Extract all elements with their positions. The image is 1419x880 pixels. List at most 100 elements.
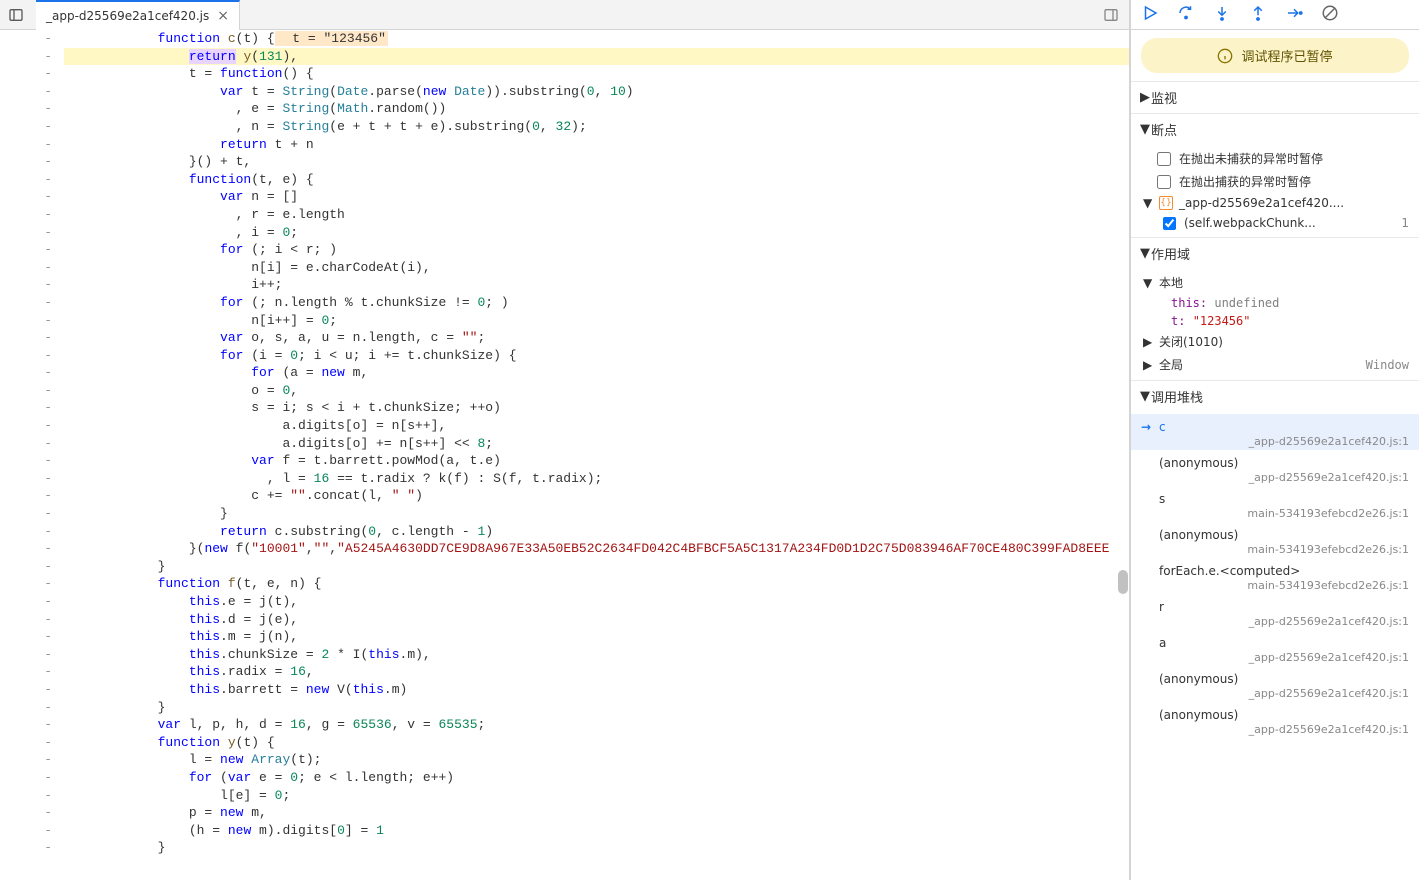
code-line[interactable]: var l, p, h, d = 16, g = 65536, v = 6553… (64, 716, 1129, 734)
step-button[interactable] (1285, 4, 1303, 26)
code-line[interactable]: function f(t, e, n) { (64, 575, 1129, 593)
section-title: 调用堆栈 (1151, 387, 1203, 406)
frame-name: forEach.e.<computed> (1159, 564, 1300, 578)
close-icon[interactable]: × (217, 8, 229, 24)
checkbox[interactable] (1157, 175, 1171, 189)
bp-pause-uncaught[interactable]: 在抛出未捕获的异常时暂停 (1131, 147, 1419, 170)
code-line[interactable]: }() + t, (64, 153, 1129, 171)
scope-label: 本地 (1159, 274, 1183, 291)
bp-line[interactable]: (self.webpackChunk... 1 (1131, 213, 1419, 233)
code-line[interactable]: this.chunkSize = 2 * I(this.m), (64, 646, 1129, 664)
step-out-button[interactable] (1249, 4, 1267, 26)
scope-label: 全局 (1159, 356, 1183, 373)
code-line[interactable]: return c.substring(0, c.length - 1) (64, 523, 1129, 541)
code-line[interactable]: a.digits[o] = n[s++], (64, 417, 1129, 435)
code-line[interactable]: function(t, e) { (64, 171, 1129, 189)
code-scroll[interactable]: ----------------------------------------… (0, 30, 1129, 880)
code-line[interactable]: , i = 0; (64, 224, 1129, 242)
code-line[interactable]: c += "".concat(l, " ") (64, 487, 1129, 505)
code-line[interactable]: for (; n.length % t.chunkSize != 0; ) (64, 294, 1129, 312)
code-line[interactable]: } (64, 505, 1129, 523)
callstack-frame[interactable]: (anonymous)_app-d25569e2a1cef420.js:1 (1131, 702, 1419, 738)
bp-pause-caught[interactable]: 在抛出捕获的异常时暂停 (1131, 170, 1419, 193)
section-header-callstack[interactable]: ▼ 调用堆栈 (1131, 381, 1419, 412)
code-line[interactable]: a.digits[o] += n[s++] << 8; (64, 435, 1129, 453)
code-line[interactable]: l = new Array(t); (64, 751, 1129, 769)
code-line[interactable]: function y(t) { (64, 734, 1129, 752)
code-line[interactable]: for (var e = 0; e < l.length; e++) (64, 769, 1129, 787)
scrollbar-thumb[interactable] (1118, 570, 1128, 594)
code-line[interactable]: this.e = j(t), (64, 593, 1129, 611)
code-line[interactable]: s = i; s < i + t.chunkSize; ++o) (64, 399, 1129, 417)
step-into-button[interactable] (1213, 4, 1231, 26)
resume-button[interactable] (1141, 4, 1159, 26)
callstack-frame[interactable]: a_app-d25569e2a1cef420.js:1 (1131, 630, 1419, 666)
gutter-line: - (0, 628, 52, 646)
code-line[interactable]: , n = String(e + t + t + e).substring(0,… (64, 118, 1129, 136)
section-title: 断点 (1151, 120, 1177, 139)
sidebar-toggle-icon[interactable] (4, 3, 28, 27)
callstack-frame[interactable]: forEach.e.<computed>main-534193efebcd2e2… (1131, 558, 1419, 594)
callstack-frame[interactable]: c_app-d25569e2a1cef420.js:1 (1131, 414, 1419, 450)
checkbox[interactable] (1163, 217, 1176, 230)
callstack-frame[interactable]: smain-534193efebcd2e26.js:1 (1131, 486, 1419, 522)
scope-global[interactable]: ▶ 全局 Window (1131, 353, 1419, 376)
code-line[interactable]: o = 0, (64, 382, 1129, 400)
deactivate-breakpoints-button[interactable] (1321, 4, 1339, 26)
section-header-breakpoints[interactable]: ▼ 断点 (1131, 114, 1419, 145)
callstack-frame[interactable]: (anonymous)main-534193efebcd2e26.js:1 (1131, 522, 1419, 558)
code-line[interactable]: t = function() { (64, 65, 1129, 83)
code-line[interactable]: var f = t.barrett.powMod(a, t.e) (64, 452, 1129, 470)
code-line[interactable]: , l = 16 == t.radix ? k(f) : S(f, t.radi… (64, 470, 1129, 488)
gutter-line: - (0, 382, 52, 400)
checkbox[interactable] (1157, 152, 1171, 166)
bp-file[interactable]: ▼ {} _app-d25569e2a1cef420.... (1131, 193, 1419, 213)
code-line[interactable]: i++; (64, 276, 1129, 294)
step-over-button[interactable] (1177, 4, 1195, 26)
code-line[interactable]: for (a = new m, (64, 364, 1129, 382)
var-name: this: (1171, 296, 1207, 310)
code-line[interactable]: return y(131), (64, 48, 1129, 66)
toggle-panel-icon[interactable] (1097, 1, 1125, 29)
bp-label: 在抛出捕获的异常时暂停 (1179, 173, 1311, 190)
code-line[interactable]: function c(t) { t = "123456" (64, 30, 1129, 48)
code-line[interactable]: l[e] = 0; (64, 787, 1129, 805)
code-body[interactable]: function c(t) { t = "123456" return y(13… (60, 30, 1129, 857)
gutter-line: - (0, 523, 52, 541)
code-line[interactable]: var n = [] (64, 188, 1129, 206)
code-line[interactable]: n[i] = e.charCodeAt(i), (64, 259, 1129, 277)
code-line[interactable]: var t = String(Date.parse(new Date)).sub… (64, 83, 1129, 101)
code-line[interactable]: for (i = 0; i < u; i += t.chunkSize) { (64, 347, 1129, 365)
code-line[interactable]: (h = new m).digits[0] = 1 (64, 822, 1129, 840)
code-line[interactable]: } (64, 558, 1129, 576)
code-line[interactable]: } (64, 699, 1129, 717)
scope-closure[interactable]: ▶ 关闭(1010) (1131, 330, 1419, 353)
section-header-watch[interactable]: ▶ 监视 (1131, 82, 1419, 113)
code-line[interactable]: } (64, 839, 1129, 857)
code-line[interactable]: }(new f("10001","","A5245A4630DD7CE9D8A9… (64, 540, 1129, 558)
scrollbar-vertical[interactable] (1117, 30, 1129, 880)
code-line[interactable]: p = new m, (64, 804, 1129, 822)
code-line[interactable]: this.radix = 16, (64, 663, 1129, 681)
code-line[interactable]: this.m = j(n), (64, 628, 1129, 646)
inline-value-chip: t = "123456" (275, 31, 388, 46)
callstack-frame[interactable]: (anonymous)_app-d25569e2a1cef420.js:1 (1131, 450, 1419, 486)
code-line[interactable]: n[i++] = 0; (64, 312, 1129, 330)
code-line[interactable]: , r = e.length (64, 206, 1129, 224)
editor-tab[interactable]: _app-d25569e2a1cef420.js × (36, 0, 240, 30)
code-line[interactable]: return t + n (64, 136, 1129, 154)
frame-source: _app-d25569e2a1cef420.js:1 (1159, 687, 1409, 700)
scope-local[interactable]: ▼ 本地 (1131, 271, 1419, 294)
info-icon (1217, 48, 1233, 64)
code-line[interactable]: this.barrett = new V(this.m) (64, 681, 1129, 699)
gutter-line: - (0, 241, 52, 259)
callstack-frame[interactable]: (anonymous)_app-d25569e2a1cef420.js:1 (1131, 666, 1419, 702)
code-line[interactable]: for (; i < r; ) (64, 241, 1129, 259)
code-line[interactable]: var o, s, a, u = n.length, c = ""; (64, 329, 1129, 347)
section-header-scope[interactable]: ▼ 作用域 (1131, 238, 1419, 269)
frame-source: _app-d25569e2a1cef420.js:1 (1159, 435, 1409, 448)
code-line[interactable]: , e = String(Math.random()) (64, 100, 1129, 118)
callstack-frame[interactable]: r_app-d25569e2a1cef420.js:1 (1131, 594, 1419, 630)
code-line[interactable]: this.d = j(e), (64, 611, 1129, 629)
debug-toolbar (1131, 0, 1419, 30)
